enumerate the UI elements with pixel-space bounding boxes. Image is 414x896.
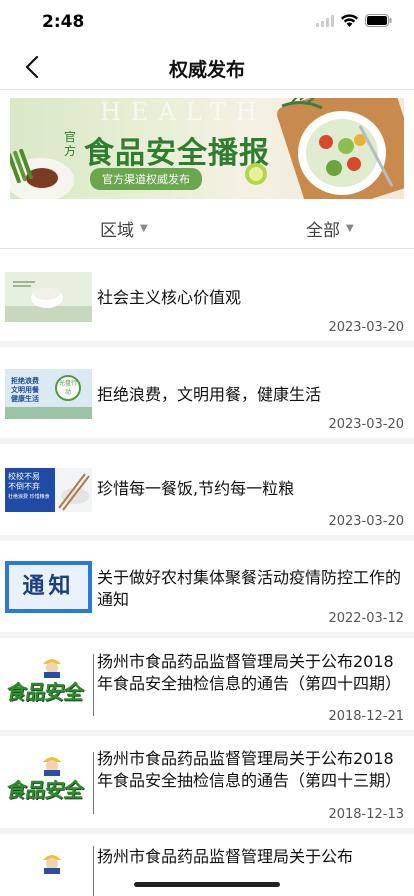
news-thumbnail bbox=[5, 850, 92, 896]
banner[interactable]: HEALTH 官方 食品安全播报 官方渠道权威发布 bbox=[10, 98, 404, 199]
inspector-figure-image bbox=[43, 855, 61, 874]
region-filter-label: 区域 bbox=[100, 221, 134, 241]
news-thumbnail: 食品安全 bbox=[5, 752, 92, 814]
salad-bowl-image bbox=[245, 98, 404, 199]
notice-thumb-text: 通知 bbox=[9, 565, 88, 609]
thumb-divider bbox=[93, 752, 94, 814]
news-list: 社会主义核心价值观 2023-03-20 拒绝浪费 文明用餐 健康生活 光盘行动… bbox=[0, 250, 414, 896]
news-thumbnail: 拒绝浪费 文明用餐 健康生活 光盘行动 bbox=[5, 369, 92, 419]
rice-bowl-image bbox=[5, 281, 92, 322]
banner-subtitle: 官方渠道权威发布 bbox=[90, 168, 202, 190]
status-bar: 2:48 bbox=[0, 0, 414, 44]
status-time: 2:48 bbox=[42, 12, 85, 32]
category-filter[interactable]: 全部 ▼ bbox=[306, 216, 354, 241]
news-item[interactable]: 通知 关于做好农村集体聚餐活动疫情防控工作的通知 2022-03-12 bbox=[0, 541, 414, 632]
news-title: 扬州市食品药品监督管理局关于公布 bbox=[97, 847, 354, 866]
waste-thumb-line: 健康生活 bbox=[11, 395, 39, 403]
news-title: 扬州市食品药品监督管理局关于公布2018年食品安全抽检信息的通告（第四十三期） bbox=[97, 749, 402, 790]
inspector-figure-image bbox=[43, 659, 61, 678]
thrift-thumb-line: 校校不易 bbox=[8, 472, 40, 481]
news-item[interactable]: 校校不易 不倒不弃 杜绝浪费 珍惜粮食 珍惜每一餐饭,节约每一粒粮 2023-0… bbox=[0, 444, 414, 535]
status-icons bbox=[316, 14, 392, 27]
thrift-thumb-line: 不倒不弃 bbox=[8, 482, 40, 491]
news-date: 2023-03-20 bbox=[328, 514, 404, 529]
dropdown-triangle-icon: ▼ bbox=[140, 223, 148, 234]
news-date: 2023-03-20 bbox=[328, 320, 404, 335]
waste-thumb-line: 文明用餐 bbox=[11, 386, 39, 394]
city-skyline bbox=[5, 407, 92, 419]
news-thumbnail bbox=[5, 272, 92, 322]
food-safety-thumb-text: 食品安全 bbox=[5, 680, 85, 704]
news-date: 2022-03-12 bbox=[328, 611, 404, 626]
plate-badge: 光盘行动 bbox=[55, 375, 81, 401]
thumb-divider bbox=[93, 654, 94, 716]
wifi-icon bbox=[341, 14, 358, 27]
waste-thumb-line: 拒绝浪费 bbox=[11, 377, 39, 385]
waste-thumb-text: 拒绝浪费 文明用餐 健康生活 bbox=[11, 377, 39, 404]
chopsticks-image bbox=[58, 473, 90, 511]
news-title: 关于做好农村集体聚餐活动疫情防控工作的通知 bbox=[97, 568, 402, 609]
news-thumbnail: 校校不易 不倒不弃 杜绝浪费 珍惜粮食 bbox=[5, 468, 92, 512]
category-filter-label: 全部 bbox=[306, 221, 340, 241]
food-safety-thumb-text: 食品安全 bbox=[5, 778, 85, 802]
news-item[interactable]: 社会主义核心价值观 2023-03-20 bbox=[0, 250, 414, 341]
navigation-bar: 权威发布 bbox=[0, 44, 414, 90]
news-title: 珍惜每一餐饭,节约每一粒粮 bbox=[97, 479, 295, 498]
filter-bar: 区域 ▼ 全部 ▼ bbox=[0, 205, 414, 249]
battery-icon bbox=[365, 14, 392, 27]
inspector-figure-image bbox=[43, 757, 61, 776]
thrift-thumb-line: 杜绝浪费 珍惜粮食 bbox=[8, 494, 50, 500]
news-title: 社会主义核心价值观 bbox=[97, 288, 242, 307]
news-date: 2018-12-21 bbox=[328, 709, 404, 724]
page-title: 权威发布 bbox=[168, 59, 245, 81]
news-thumbnail: 食品安全 bbox=[5, 654, 92, 716]
news-item[interactable]: 食品安全 扬州市食品药品监督管理局关于公布2018年食品安全抽检信息的通告（第四… bbox=[0, 736, 414, 828]
news-item[interactable]: 拒绝浪费 文明用餐 健康生活 光盘行动 拒绝浪费，文明用餐，健康生活 2023-… bbox=[0, 347, 414, 438]
thrift-thumb-panel: 校校不易 不倒不弃 杜绝浪费 珍惜粮食 bbox=[5, 468, 55, 512]
region-filter[interactable]: 区域 ▼ bbox=[100, 216, 148, 241]
news-thumbnail: 通知 bbox=[5, 561, 92, 613]
home-indicator[interactable] bbox=[134, 882, 280, 887]
news-title: 拒绝浪费，文明用餐，健康生活 bbox=[97, 385, 322, 404]
news-item[interactable]: 食品安全 扬州市食品药品监督管理局关于公布2018年食品安全抽检信息的通告（第四… bbox=[0, 638, 414, 730]
news-date: 2018-12-13 bbox=[328, 807, 404, 822]
news-title: 扬州市食品药品监督管理局关于公布2018年食品安全抽检信息的通告（第四十四期） bbox=[97, 652, 402, 693]
signal-icon bbox=[316, 14, 334, 27]
dropdown-triangle-icon: ▼ bbox=[346, 223, 354, 234]
news-date: 2023-03-20 bbox=[328, 417, 404, 432]
thumb-divider bbox=[93, 846, 94, 896]
banner-prefix: 官方 bbox=[64, 130, 77, 158]
